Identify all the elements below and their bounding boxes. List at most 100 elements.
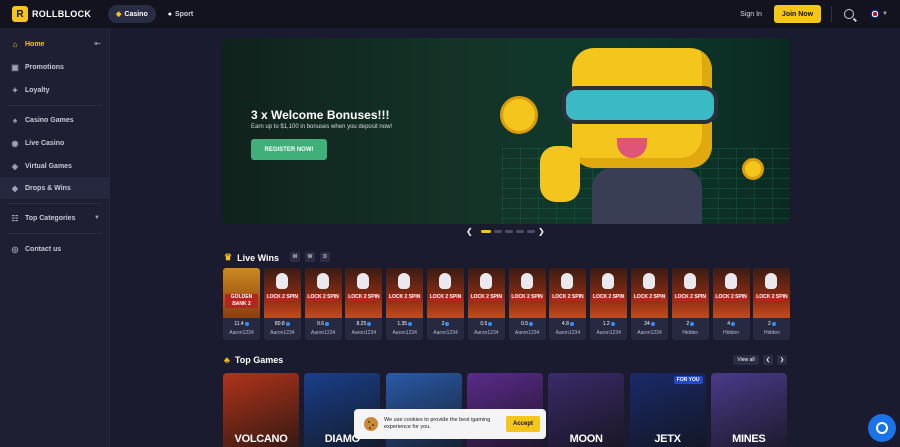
- live-win-card[interactable]: LOCK 2 SPIN 2 Hidden: [671, 268, 709, 340]
- sidebar-divider: [8, 203, 102, 204]
- trophy-icon: ♛: [224, 252, 233, 262]
- currency-icon: [408, 321, 413, 326]
- logo[interactable]: R ROLLBLOCK: [12, 6, 104, 22]
- casino-tab[interactable]: ◆ Casino: [108, 5, 156, 23]
- home-icon: ⌂: [12, 39, 18, 49]
- banner-subtitle: Earn up to $1,100 in bonuses when you de…: [251, 124, 393, 130]
- sidebar-item-drops-wins[interactable]: ◆ Drops & Wins: [0, 177, 110, 199]
- live-win-card[interactable]: GOLDEN BANK 2 11.4 Aaron1234: [223, 268, 260, 340]
- language-selector[interactable]: ▼: [870, 9, 888, 19]
- game-thumbnail: LOCK 2 SPIN: [753, 268, 791, 318]
- game-tile[interactable]: FOR YOU JETX: [629, 373, 706, 447]
- game-tile[interactable]: MOON: [548, 373, 625, 447]
- winner-username: Aaron1234: [270, 330, 295, 336]
- game-title: LOCK 2 SPIN: [551, 294, 585, 301]
- sign-in-link[interactable]: Sign In: [740, 11, 762, 18]
- win-amount-row: 24: [631, 321, 668, 327]
- game-thumbnail: LOCK 2 SPIN: [263, 268, 301, 318]
- register-now-button[interactable]: REGISTER NOW!: [251, 139, 327, 160]
- promo-banner[interactable]: 3 x Welcome Bonuses!!! Earn up to $1,100…: [222, 38, 790, 224]
- live-win-card[interactable]: LOCK 2 SPIN 1.2 Aaron1234: [590, 268, 628, 340]
- winner-username: Aaron1234: [310, 330, 336, 336]
- robot-goggles-illustration: [562, 86, 718, 124]
- sidebar-item-promotions[interactable]: ▣ Promotions: [0, 56, 110, 78]
- coin-icon: [742, 158, 764, 180]
- live-win-card[interactable]: LOCK 2 SPIN 2 Hidden: [753, 268, 791, 340]
- live-win-card[interactable]: LOCK 2 SPIN 24 Aaron1234: [631, 268, 668, 340]
- game-tile[interactable]: VOLCANO: [223, 373, 299, 447]
- game-thumbnail: LOCK 2 SPIN: [631, 268, 668, 318]
- categories-icon: ☷: [11, 213, 19, 223]
- winner-username: Aaron1234: [514, 330, 540, 336]
- bunny-icon: [275, 273, 288, 289]
- game-title: LOCK 2 SPIN: [714, 294, 748, 301]
- carousel-dot[interactable]: [505, 230, 513, 233]
- sidebar-item-live-casino[interactable]: ◉ Live Casino: [0, 132, 110, 154]
- join-now-button[interactable]: Join Now: [773, 5, 822, 23]
- period-week-button[interactable]: W: [305, 252, 315, 262]
- sidebar-item-label: Virtual Games: [25, 162, 72, 170]
- search-icon[interactable]: [844, 9, 855, 19]
- live-icon: ◉: [11, 138, 19, 148]
- winner-username: Aaron1234: [433, 330, 458, 336]
- live-win-card[interactable]: LOCK 2 SPIN 2 Aaron1234: [427, 268, 464, 340]
- game-title: LOCK 2 SPIN: [306, 294, 340, 301]
- live-wins-title: Live Wins: [237, 252, 280, 263]
- carousel-next-icon[interactable]: ❯: [538, 227, 545, 236]
- sidebar-item-label: Promotions: [25, 63, 64, 71]
- sport-tab[interactable]: ● Sport: [160, 5, 202, 23]
- carousel-dot[interactable]: [481, 230, 491, 233]
- top-games-title: Top Games: [234, 355, 284, 365]
- win-amount: 11.4: [234, 321, 244, 327]
- games-next-icon[interactable]: ❯: [777, 355, 787, 365]
- sidebar-item-label: Drops & Wins: [25, 184, 71, 192]
- live-win-card[interactable]: LOCK 2 SPIN 0.5 Aaron1234: [508, 268, 546, 340]
- game-thumbnail: LOCK 2 SPIN: [427, 268, 464, 318]
- live-win-card[interactable]: LOCK 2 SPIN 80.8 Aaron1234: [263, 268, 301, 340]
- live-win-card[interactable]: LOCK 2 SPIN 8.25 Aaron1234: [345, 268, 383, 340]
- game-title: LOCK 2 SPIN: [265, 294, 299, 301]
- bunny-icon: [479, 273, 492, 289]
- view-all-button[interactable]: View all: [733, 355, 759, 365]
- sidebar-item-loyalty[interactable]: ✦ Loyalty: [0, 79, 110, 101]
- period-month-button[interactable]: M: [290, 252, 300, 262]
- win-amount: 4.8: [561, 321, 569, 327]
- game-title: LOCK 2 SPIN: [510, 294, 544, 301]
- accept-cookies-button[interactable]: Accept: [506, 416, 540, 432]
- carousel-dot[interactable]: [494, 230, 502, 233]
- carousel-dot[interactable]: [527, 230, 535, 233]
- bunny-icon: [765, 273, 778, 289]
- bunny-icon: [520, 273, 533, 289]
- game-title: LOCK 2 SPIN: [347, 294, 381, 301]
- chat-support-button[interactable]: [868, 414, 896, 442]
- winner-username: Hidden: [763, 330, 780, 336]
- live-win-card[interactable]: LOCK 2 SPIN 0.6 Aaron1234: [304, 268, 342, 340]
- live-win-card[interactable]: LOCK 2 SPIN 1.35 Aaron1234: [386, 268, 424, 340]
- top-games-heading: ♣ Top Games: [224, 355, 283, 365]
- top-bar: R ROLLBLOCK ◆ Casino ● Sport Sign In Joi…: [0, 0, 900, 28]
- winner-username: Hidden: [723, 330, 740, 336]
- sidebar-item-casino-games[interactable]: ♠ Casino Games: [0, 109, 110, 131]
- games-prev-icon[interactable]: ❮: [763, 355, 773, 365]
- win-amount-row: 1.35: [386, 321, 423, 327]
- game-thumbnail: LOCK 2 SPIN: [345, 268, 383, 318]
- logo-mark: R: [12, 6, 28, 22]
- carousel-indicators: [0, 226, 900, 236]
- live-win-card[interactable]: LOCK 2 SPIN 4.8 Aaron1234: [549, 268, 587, 340]
- ball-icon: ●: [167, 10, 172, 18]
- cookie-icon: [364, 417, 378, 431]
- casino-tab-label: Casino: [124, 10, 148, 18]
- carousel-dot[interactable]: [516, 230, 524, 233]
- live-win-card[interactable]: LOCK 2 SPIN 4 Hidden: [712, 268, 750, 340]
- sidebar-item-virtual-games[interactable]: ◈ Virtual Games: [0, 155, 110, 177]
- robot-body-illustration: [592, 168, 702, 224]
- live-win-card[interactable]: LOCK 2 SPIN 0.5 Aaron1234: [467, 268, 505, 340]
- period-day-button[interactable]: D: [320, 252, 330, 262]
- win-amount-row: 0.5: [509, 321, 546, 327]
- game-tile-name: MINES: [732, 433, 766, 445]
- sidebar-item-contact[interactable]: ◎ Contact us: [0, 238, 110, 260]
- currency-icon: [529, 321, 534, 326]
- game-tile[interactable]: MINES: [710, 373, 787, 447]
- collapse-sidebar-icon[interactable]: ⇤: [94, 39, 101, 48]
- game-title: LOCK 2 SPIN: [592, 294, 626, 301]
